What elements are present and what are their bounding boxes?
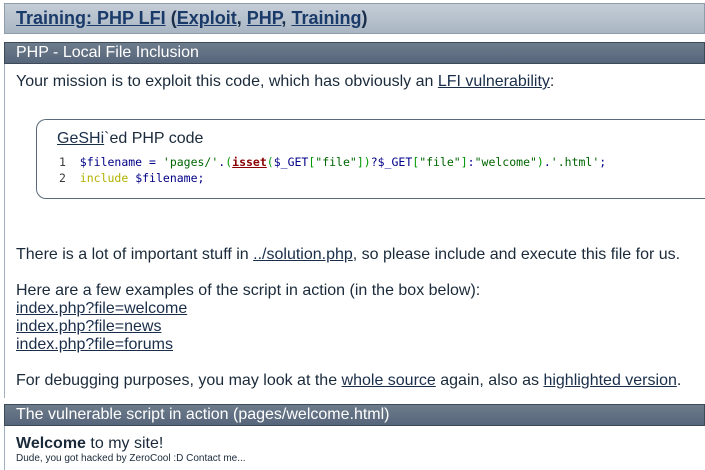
isset-function-link[interactable]: isset	[232, 155, 267, 169]
page-title-bar: Training: PHP LFI (Exploit, PHP, Trainin…	[4, 3, 705, 34]
example-link-welcome[interactable]: index.php?file=welcome	[16, 300, 187, 318]
tag-exploit-link[interactable]: Exploit	[177, 8, 237, 28]
section-header-lfi: PHP - Local File Inclusion	[4, 42, 705, 64]
examples-intro: Here are a few examples of the script in…	[16, 282, 481, 299]
geshi-link[interactable]: GeSHi	[57, 130, 104, 147]
title-open-paren: (	[165, 8, 177, 28]
mission-text: Your mission is to exploit this code, wh…	[16, 73, 555, 90]
code-caption: GeSHi`ed PHP code	[57, 130, 204, 147]
solution-link[interactable]: ../solution.php	[253, 246, 353, 263]
example-link-forums[interactable]: index.php?file=forums	[16, 336, 173, 354]
page-title: Training: PHP LFI (Exploit, PHP, Trainin…	[16, 8, 368, 28]
section-header-script: The vulnerable script in action (pages/w…	[4, 404, 705, 426]
lfi-vulnerability-link[interactable]: LFI vulnerability	[438, 73, 550, 90]
whole-source-link[interactable]: whole source	[342, 372, 436, 389]
tag-php-link[interactable]: PHP	[247, 8, 282, 28]
hacked-note: Dude, you got hacked by ZeroCool :D Cont…	[16, 453, 246, 464]
code-line-2: 2 include $filename;	[59, 171, 205, 185]
code-box: GeSHi`ed PHP code 1 $filename = 'pages/'…	[36, 119, 705, 199]
code-line-1: 1 $filename = 'pages/'.(isset($_GET["fil…	[59, 155, 607, 169]
debug-text: For debugging purposes, you may look at …	[16, 372, 682, 389]
title-close-paren: )	[361, 8, 368, 28]
example-link-news[interactable]: index.php?file=news	[16, 318, 161, 336]
tag-training-link[interactable]: Training	[291, 8, 361, 28]
title-link[interactable]: Training: PHP LFI	[16, 8, 166, 28]
highlighted-version-link[interactable]: highlighted version	[543, 372, 676, 389]
welcome-text: Welcome to my site!	[16, 435, 164, 452]
solution-text: There is a lot of important stuff in ../…	[16, 246, 681, 263]
